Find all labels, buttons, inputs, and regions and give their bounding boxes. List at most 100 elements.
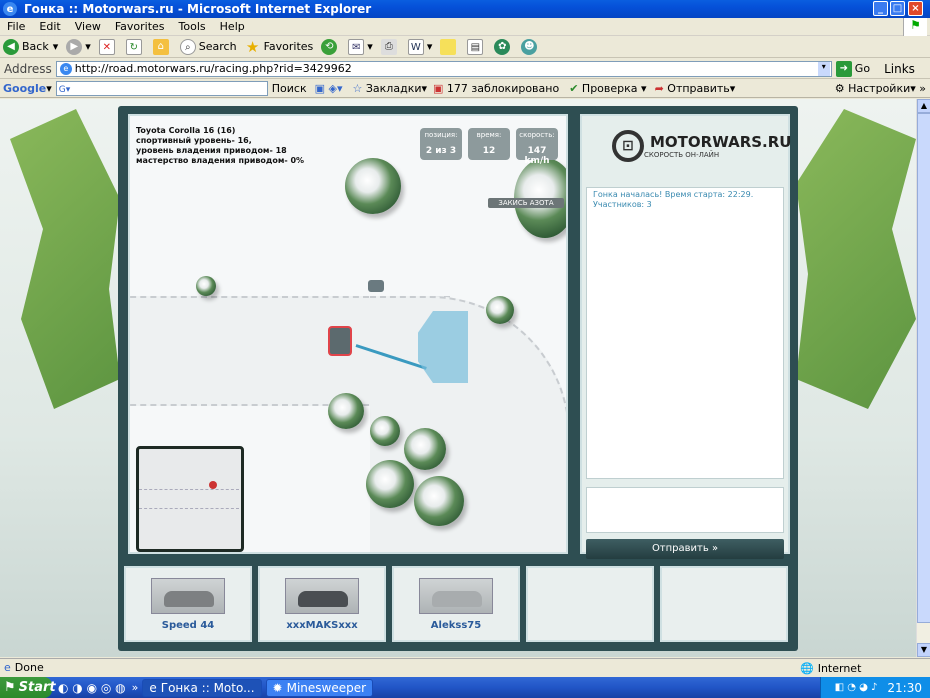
security-zone: 🌐 Internet: [800, 661, 862, 675]
player-card[interactable]: Alekss75: [392, 566, 520, 642]
race-track[interactable]: Toyota Corolla 16 (16) спортивный уровен…: [128, 114, 568, 554]
scroll-up-button[interactable]: ▲: [917, 99, 930, 113]
player-car: [328, 326, 352, 356]
search-button[interactable]: ⌕ Search: [179, 38, 237, 55]
stop-button[interactable]: ✕: [98, 38, 118, 55]
minimap-marker: [209, 481, 217, 489]
scroll-down-button[interactable]: ▼: [917, 643, 930, 657]
google-tool-icon[interactable]: ▣ ◈▾: [315, 82, 343, 95]
scroll-thumb[interactable]: [917, 113, 930, 623]
right-leaf-decoration: [796, 109, 916, 409]
history-button[interactable]: ⟲: [321, 38, 340, 55]
go-button[interactable]: ➜ Go: [835, 60, 870, 77]
minimize-button[interactable]: _: [873, 1, 888, 16]
task-minesweeper[interactable]: ✹ Minesweeper: [265, 678, 374, 697]
snowy-tree: [370, 416, 400, 446]
left-leaf-decoration: [10, 109, 120, 409]
address-label: Address: [4, 61, 52, 76]
menu-bar: File Edit View Favorites Tools Help: [0, 18, 930, 36]
drive-level: уровень владения приводом- 18: [136, 146, 287, 155]
ie-task-icon: e: [149, 680, 157, 695]
back-arrow-icon: ◀: [3, 38, 19, 55]
side-panel: ⊡ MOTORWARS.RU СКОРОСТЬ ОН-ЛАЙН Гонка на…: [580, 114, 791, 559]
edit-button[interactable]: W ▾: [407, 38, 432, 55]
star-icon: ★: [245, 37, 260, 56]
mail-button[interactable]: ✉ ▾: [348, 38, 373, 55]
quick-launch-icons[interactable]: ◐ ◑ ◉ ◎ ◍: [58, 681, 126, 695]
message-input[interactable]: [586, 487, 784, 533]
window-title-bar: e Гонка :: Motorwars.ru - Microsoft Inte…: [0, 0, 930, 18]
address-input[interactable]: e http://road.motorwars.ru/racing.php?ri…: [55, 60, 832, 77]
tray-icons[interactable]: ◧ ◔ ◕ ♪: [835, 682, 878, 693]
page-status-icon: e: [4, 661, 11, 674]
menu-file[interactable]: File: [0, 20, 32, 33]
standard-toolbar: ◀ Back ▾ ▶ ▾ ✕ ↻ ⌂ ⌕ Search ★ Favorites ⟲ ✉ ▾ …: [0, 36, 930, 58]
send-button[interactable]: Отправить »: [586, 539, 784, 559]
send-to-button[interactable]: ➦ Отправить▾: [655, 82, 736, 95]
player-card[interactable]: Speed 44: [124, 566, 252, 642]
task-ie[interactable]: e Гонка :: Moto...: [142, 678, 262, 697]
status-bar: e Done 🌐 Internet: [0, 658, 930, 676]
system-tray: ◧ ◔ ◕ ♪ 21:30: [820, 677, 930, 698]
minimap: [136, 446, 244, 552]
mail-icon: ✉: [348, 38, 365, 55]
home-button[interactable]: ⌂: [152, 38, 172, 55]
snowy-tree: [404, 428, 446, 470]
messenger-icon: ✿: [494, 38, 511, 55]
home-icon: ⌂: [152, 38, 169, 55]
address-dropdown-icon[interactable]: ▾: [817, 61, 830, 76]
menu-view[interactable]: View: [68, 20, 108, 33]
windows-logo-icon: ⚑: [903, 18, 927, 36]
start-button[interactable]: ⚑ Start: [0, 677, 56, 698]
close-button[interactable]: ×: [908, 1, 923, 16]
menu-favorites[interactable]: Favorites: [108, 20, 172, 33]
menu-help[interactable]: Help: [213, 20, 252, 33]
gear-icon: ⚙: [834, 81, 845, 95]
status-text: Done: [14, 661, 44, 674]
menu-edit[interactable]: Edit: [32, 20, 67, 33]
spellcheck-button[interactable]: ✔ Проверка ▾: [569, 82, 646, 95]
car-thumbnail: [151, 578, 225, 614]
links-button[interactable]: Links: [884, 62, 915, 76]
quick-launch-more[interactable]: »: [132, 681, 139, 694]
word-icon: W: [407, 38, 424, 55]
minimap-road: [139, 489, 239, 509]
messenger-button[interactable]: ✿: [494, 38, 513, 55]
player-name: Speed 44: [161, 620, 215, 631]
logo-tagline: СКОРОСТЬ ОН-ЛАЙН: [644, 151, 720, 159]
google-search-button[interactable]: Поиск: [272, 82, 307, 95]
popup-blocked-button[interactable]: ▣ 177 заблокировано: [433, 82, 559, 95]
road-curve: [370, 296, 566, 552]
people-button[interactable]: ☻: [521, 38, 540, 55]
forward-button[interactable]: ▶ ▾: [66, 38, 91, 55]
bookmarks-button[interactable]: ☆ Закладки▾: [353, 82, 428, 95]
menu-tools[interactable]: Tools: [172, 20, 213, 33]
search-icon: ⌕: [179, 38, 196, 55]
player-card[interactable]: xxxMAKSxxx: [258, 566, 386, 642]
snowy-tree: [196, 276, 216, 296]
car-thumbnail: [285, 578, 359, 614]
discuss-button[interactable]: [440, 38, 459, 55]
settings-button[interactable]: ⚙ Настройки▾ »: [835, 82, 926, 95]
car-thumbnail: [419, 578, 493, 614]
nitro-button[interactable]: ЗАКИСЬ АЗОТА: [488, 198, 564, 208]
refresh-button[interactable]: ↻: [125, 38, 145, 55]
maximize-button[interactable]: □: [890, 1, 905, 16]
motorwars-logo: ⊡ MOTORWARS.RU СКОРОСТЬ ОН-ЛАЙН: [612, 130, 791, 162]
history-icon: ⟲: [321, 38, 338, 55]
favorites-button[interactable]: ★ Favorites: [245, 37, 313, 56]
player-name: xxxMAKSxxx: [286, 620, 358, 631]
google-search-input[interactable]: G▾: [55, 80, 268, 96]
players-bar: Speed 44 xxxMAKSxxx Alekss75: [124, 566, 792, 644]
snowy-tree: [414, 476, 464, 526]
player-name: Alekss75: [430, 620, 482, 631]
spellcheck-icon: ✔: [569, 81, 579, 95]
research-button[interactable]: ▤: [467, 38, 486, 55]
note-icon: [440, 38, 457, 55]
vertical-scrollbar[interactable]: ▲ ▼: [916, 99, 930, 657]
chat-message: Гонка началась! Время старта: 22:29.: [593, 190, 754, 199]
print-button[interactable]: ⎙: [380, 38, 400, 55]
player-card-empty: [526, 566, 654, 642]
google-logo[interactable]: Google: [3, 82, 46, 95]
back-button[interactable]: ◀ Back ▾: [3, 38, 58, 55]
